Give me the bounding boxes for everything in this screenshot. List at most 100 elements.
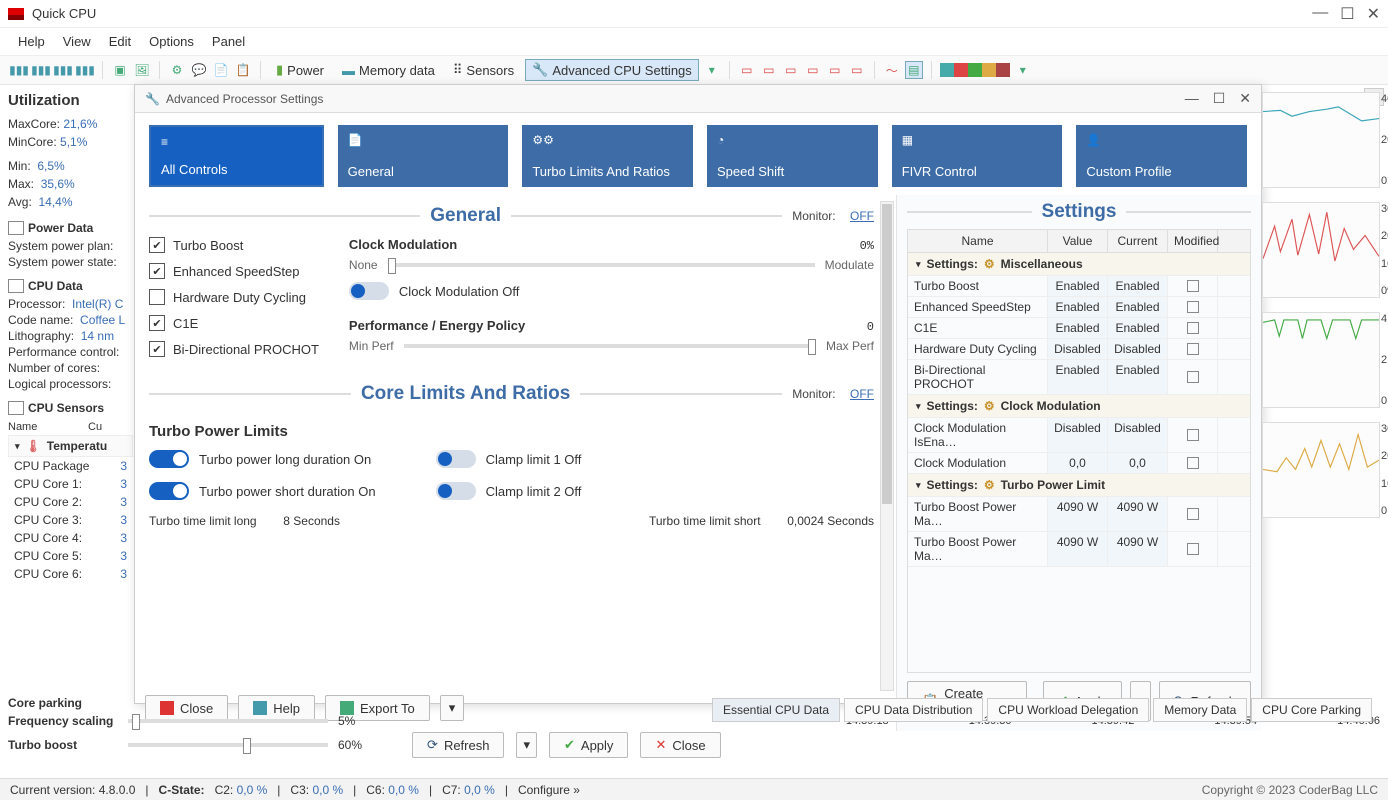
chat-icon[interactable]: 💬 xyxy=(190,61,208,79)
temp-row: CPU Core 5:3 xyxy=(8,547,133,565)
settings-row[interactable]: Hardware Duty CyclingDisabledDisabled xyxy=(908,339,1250,360)
menu-edit[interactable]: Edit xyxy=(109,34,131,49)
checkbox-c1e[interactable]: C1E xyxy=(149,315,319,331)
freq-chart: 4 GHz2 GHz0 GHz xyxy=(1262,312,1380,408)
bottom-refresh-dropdown[interactable]: ▾ xyxy=(516,732,537,758)
settings-row[interactable]: Clock Modulation IsEna…DisabledDisabled xyxy=(908,418,1250,453)
menu-help[interactable]: Help xyxy=(18,34,45,49)
monitor2-toggle-link[interactable]: OFF xyxy=(850,387,874,401)
cpu-sensors-header: CPU Sensors xyxy=(8,401,133,415)
checkbox-turbo-boost[interactable]: Turbo Boost xyxy=(149,237,319,253)
freq-scaling-slider[interactable] xyxy=(128,719,328,723)
main-toolbar: ▮▮▮ ▮▮▮ ▮▮▮ ▮▮▮ ▣ 🖼 ⚙ 💬 📄 📋 ▮Power ▬Memo… xyxy=(0,56,1388,85)
checkbox-hardware-duty-cycling[interactable]: Hardware Duty Cycling xyxy=(149,289,319,305)
gear-icon[interactable]: ⚙ xyxy=(168,61,186,79)
sensors-button[interactable]: ⠿Sensors xyxy=(446,59,521,81)
panel4-icon[interactable]: ▭ xyxy=(804,61,822,79)
clamp2-toggle[interactable] xyxy=(436,482,476,500)
tile-all-controls[interactable]: ≡All Controls xyxy=(149,125,324,187)
menu-panel[interactable]: Panel xyxy=(212,34,245,49)
tile-turbo[interactable]: ⚙⚙Turbo Limits And Ratios xyxy=(522,125,693,187)
mini-charts: 40°C20°C0°C 30%20%10%0% 4 GHz2 GHz0 GHz … xyxy=(1262,92,1380,518)
bars4-icon[interactable]: ▮▮▮ xyxy=(76,61,94,79)
bottom-apply-button[interactable]: ✔Apply xyxy=(549,732,628,758)
tile-custom[interactable]: 👤Custom Profile xyxy=(1076,125,1247,187)
clock-mod-toggle[interactable] xyxy=(349,282,389,300)
settings-row[interactable]: Enhanced SpeedStepEnabledEnabled xyxy=(908,297,1250,318)
window-maximize[interactable]: ☐ xyxy=(1340,4,1354,24)
advanced-button[interactable]: 🔧Advanced CPU Settings xyxy=(525,59,699,81)
temp-row: CPU Core 6:3 xyxy=(8,565,133,583)
temp-row: CPU Package3 xyxy=(8,457,133,475)
tab-parking[interactable]: CPU Core Parking xyxy=(1251,698,1372,722)
memory-button[interactable]: ▬Memory data xyxy=(335,60,442,81)
doc-icon[interactable]: 📄 xyxy=(212,61,230,79)
color-palette[interactable] xyxy=(940,63,1010,77)
panel5-icon[interactable]: ▭ xyxy=(826,61,844,79)
clamp1-toggle[interactable] xyxy=(436,450,476,468)
window-close[interactable]: ✕ xyxy=(1367,4,1380,24)
settings-group[interactable]: Settings:⚙Miscellaneous xyxy=(908,253,1250,276)
settings-row[interactable]: Clock Modulation0,00,0 xyxy=(908,453,1250,474)
landscape-icon[interactable]: 🖼 xyxy=(133,61,151,79)
settings-group[interactable]: Settings:⚙Clock Modulation xyxy=(908,395,1250,418)
menu-view[interactable]: View xyxy=(63,34,91,49)
pct-chart: 30%20%10%0% xyxy=(1262,202,1380,298)
settings-row[interactable]: Turbo Boost Power Ma…4090 W4090 W xyxy=(908,532,1250,567)
tile-general[interactable]: 📄General xyxy=(338,125,509,187)
tab-distribution[interactable]: CPU Data Distribution xyxy=(844,698,983,722)
tile-speed-shift[interactable]: ◔Speed Shift xyxy=(707,125,878,187)
panel6-icon[interactable]: ▭ xyxy=(848,61,866,79)
window-minimize[interactable]: — xyxy=(1312,4,1328,24)
perf-policy-slider[interactable] xyxy=(404,344,816,348)
watt-chart: 30 W20 W10 W0 W xyxy=(1262,422,1380,518)
tile-bar: ≡All Controls 📄General ⚙⚙Turbo Limits An… xyxy=(135,113,1261,195)
settings-header: Settings xyxy=(1042,201,1117,223)
monitor-toggle-link[interactable]: OFF xyxy=(850,209,874,223)
dropdown-icon[interactable]: ▾ xyxy=(703,61,721,79)
settings-row[interactable]: Bi-Directional PROCHOTEnabledEnabled xyxy=(908,360,1250,395)
subwin-close[interactable]: ✕ xyxy=(1239,90,1251,107)
panel2-icon[interactable]: ▭ xyxy=(760,61,778,79)
chart-icon[interactable]: 〜 xyxy=(883,61,901,79)
temp-row: CPU Core 2:3 xyxy=(8,493,133,511)
subwin-maximize[interactable]: ☐ xyxy=(1213,90,1226,107)
bottom-refresh-button[interactable]: ⟳Refresh xyxy=(412,732,504,758)
left-scrollbar[interactable] xyxy=(880,201,894,691)
general-header: General xyxy=(430,205,501,227)
red-panel-icon[interactable]: ▭ xyxy=(738,61,756,79)
copy-icon[interactable]: 📋 xyxy=(234,61,252,79)
tile-fivr[interactable]: ▦FIVR Control xyxy=(892,125,1063,187)
utilization-panel: Utilization MaxCore: 21,6% MinCore: 5,1%… xyxy=(8,92,133,692)
bottom-close-button[interactable]: ✕Close xyxy=(640,732,720,758)
core-limits-header: Core Limits And Ratios xyxy=(361,383,570,405)
tab-essential[interactable]: Essential CPU Data xyxy=(712,698,840,722)
power-button[interactable]: ▮Power xyxy=(269,59,331,81)
palette-dropdown-icon[interactable]: ▾ xyxy=(1014,61,1032,79)
tpl-long-toggle[interactable] xyxy=(149,450,189,468)
checkbox-enhanced-speedstep[interactable]: Enhanced SpeedStep xyxy=(149,263,319,279)
bars-icon[interactable]: ▮▮▮ xyxy=(10,61,28,79)
bars3-icon[interactable]: ▮▮▮ xyxy=(54,61,72,79)
clock-mod-slider[interactable] xyxy=(388,263,815,267)
settings-row[interactable]: Turbo BoostEnabledEnabled xyxy=(908,276,1250,297)
tpl-short-toggle[interactable] xyxy=(149,482,189,500)
menu-options[interactable]: Options xyxy=(149,34,194,49)
subwin-minimize[interactable]: — xyxy=(1185,90,1199,107)
bars2-icon[interactable]: ▮▮▮ xyxy=(32,61,50,79)
checkbox-bi-directional-prochot[interactable]: Bi-Directional PROCHOT xyxy=(149,341,319,357)
settings-row[interactable]: Turbo Boost Power Ma…4090 W4090 W xyxy=(908,497,1250,532)
temp-row: CPU Core 4:3 xyxy=(8,529,133,547)
list-icon[interactable]: ▤ xyxy=(905,61,923,79)
settings-group[interactable]: Settings:⚙Turbo Power Limit xyxy=(908,474,1250,497)
turbo-slider[interactable] xyxy=(128,743,328,747)
tab-memory[interactable]: Memory Data xyxy=(1153,698,1247,722)
app-title: Quick CPU xyxy=(32,6,1312,21)
configure-link[interactable]: Configure » xyxy=(518,783,580,797)
power-data-header: Power Data xyxy=(8,221,133,235)
panel3-icon[interactable]: ▭ xyxy=(782,61,800,79)
advanced-processor-window: 🔧 Advanced Processor Settings — ☐ ✕ ≡All… xyxy=(134,84,1262,704)
settings-row[interactable]: C1EEnabledEnabled xyxy=(908,318,1250,339)
tab-workload[interactable]: CPU Workload Delegation xyxy=(987,698,1149,722)
chip-icon[interactable]: ▣ xyxy=(111,61,129,79)
